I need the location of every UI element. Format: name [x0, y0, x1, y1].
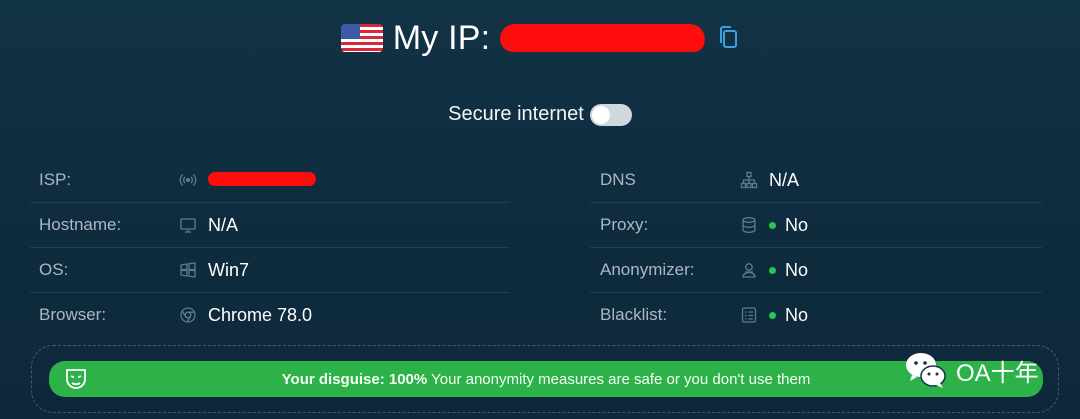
hostname-label: Hostname:	[39, 215, 122, 234]
secure-internet-label: Secure internet	[448, 103, 584, 125]
watermark-text: OA十年	[956, 359, 1039, 387]
hostname-value: N/A	[208, 214, 239, 235]
watermark: OA十年	[904, 350, 1039, 390]
disguise-score: Your disguise: 100%	[281, 370, 428, 388]
table-row-anonymizer: Anonymizer: No	[590, 248, 1042, 293]
proxy-label: Proxy:	[600, 215, 649, 234]
dns-value: N/A	[769, 169, 800, 190]
us-flag-icon	[340, 24, 383, 52]
disguise-banner: Your disguise: 100% Your anonymity measu…	[49, 361, 1043, 397]
table-row-proxy: Proxy: No	[590, 203, 1042, 248]
anonymizer-label: Anonymizer:	[600, 260, 695, 279]
dns-label: DNS	[600, 170, 636, 189]
monitor-icon	[179, 216, 197, 234]
copy-icon[interactable]	[717, 25, 739, 51]
proxy-value: No	[785, 214, 809, 235]
disguise-description: Your anonymity measures are safe or you …	[427, 370, 811, 388]
blacklist-label: Blacklist:	[600, 305, 668, 324]
anonymizer-value: No	[785, 259, 809, 280]
ip-header: My IP: 1	[0, 14, 1080, 62]
table-row-os: OS: Win7	[30, 248, 510, 293]
ip-address-redacted: 1	[498, 24, 707, 52]
table-row-isp: ISP:	[30, 158, 510, 203]
database-icon	[740, 216, 758, 234]
broadcast-icon	[179, 171, 197, 189]
windows-icon	[179, 261, 197, 279]
ip-title: My IP:	[392, 18, 491, 57]
chrome-icon	[179, 306, 197, 324]
status-dot	[769, 221, 776, 229]
secure-internet-row: Secure internet	[0, 103, 1080, 126]
disguise-text: Your disguise: 100% Your anonymity measu…	[282, 371, 811, 388]
table-row-browser: Browser: Chrome 78.0	[30, 293, 510, 337]
isp-label: ISP:	[39, 170, 72, 189]
isp-value	[208, 170, 316, 191]
mask-icon	[63, 366, 89, 392]
table-row-hostname: Hostname: N/A	[30, 203, 510, 248]
network-icon	[740, 171, 758, 189]
list-icon	[740, 306, 758, 324]
connection-info-right: DNS N/A Proxy: No Anonymizer: No Blackli…	[590, 158, 1042, 337]
os-value: Win7	[208, 259, 250, 280]
wechat-icon	[904, 350, 948, 390]
browser-value: Chrome 78.0	[208, 304, 313, 325]
blacklist-value: No	[785, 304, 809, 325]
browser-label: Browser:	[39, 305, 107, 324]
status-dot	[769, 266, 776, 274]
table-row-blacklist: Blacklist: No	[590, 293, 1042, 337]
user-icon	[740, 261, 758, 279]
table-row-dns: DNS N/A	[590, 158, 1042, 203]
os-label: OS:	[39, 260, 69, 279]
connection-info-left: ISP: Hostname: N/A OS: Win7 Browser: Chr…	[30, 158, 510, 337]
secure-internet-toggle[interactable]	[589, 103, 632, 126]
status-dot	[769, 311, 776, 319]
